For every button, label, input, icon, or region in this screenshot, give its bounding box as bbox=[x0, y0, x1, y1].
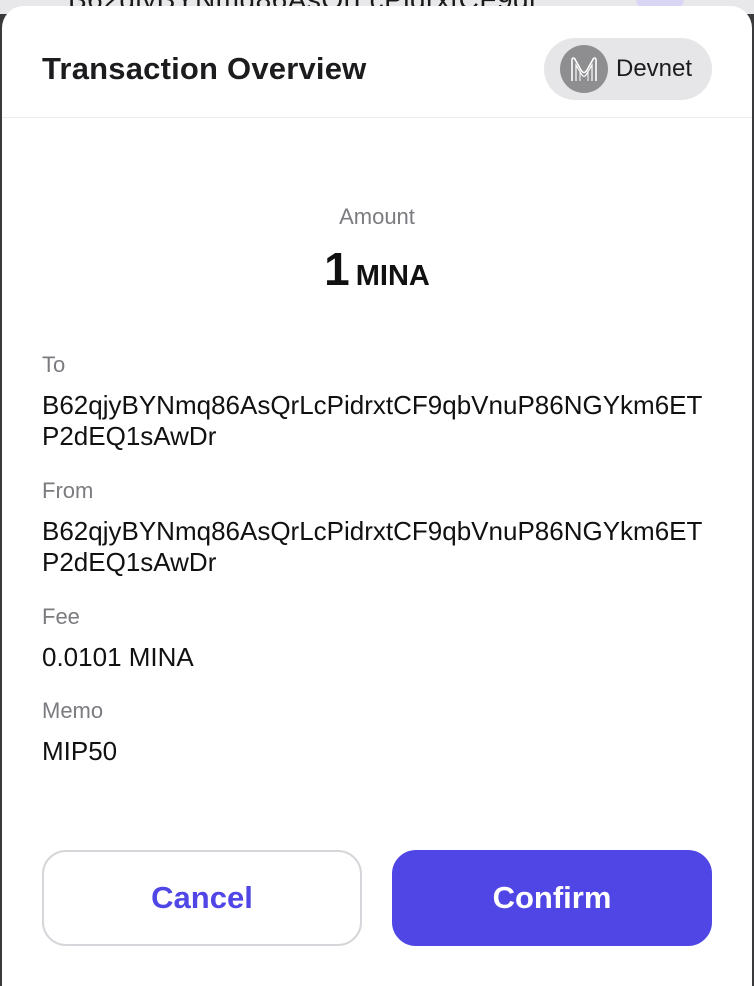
fee-label: Fee bbox=[42, 604, 80, 629]
memo-value: MIP50 bbox=[42, 736, 118, 766]
confirm-button[interactable]: Confirm bbox=[392, 850, 712, 946]
transaction-overview-modal: Transaction Overview Devnet Amount 1 MINA… bbox=[2, 6, 752, 986]
mina-logo-icon bbox=[560, 45, 608, 93]
network-label: Devnet bbox=[616, 55, 693, 82]
amount-label: Amount bbox=[339, 204, 415, 229]
amount-display: 1 MINA bbox=[2, 242, 752, 296]
fee-value: 0.0101 MINA bbox=[42, 642, 194, 672]
from-address: B62qjyBYNmq86AsQrLcPidrxtCF9qbVnuP86NGYk… bbox=[42, 516, 703, 577]
memo-label: Memo bbox=[42, 698, 104, 723]
cancel-button[interactable]: Cancel bbox=[42, 850, 362, 946]
page-title: Transaction Overview bbox=[42, 51, 367, 86]
modal-header: Transaction Overview Devnet bbox=[2, 6, 752, 118]
amount-value: 1 bbox=[324, 243, 350, 295]
amount-unit: MINA bbox=[355, 260, 430, 292]
network-selector[interactable]: Devnet bbox=[544, 38, 712, 100]
from-label: From bbox=[42, 478, 94, 503]
to-label: To bbox=[42, 352, 66, 377]
to-address: B62qjyBYNmq86AsQrLcPidrxtCF9qbVnuP86NGYk… bbox=[42, 390, 703, 451]
